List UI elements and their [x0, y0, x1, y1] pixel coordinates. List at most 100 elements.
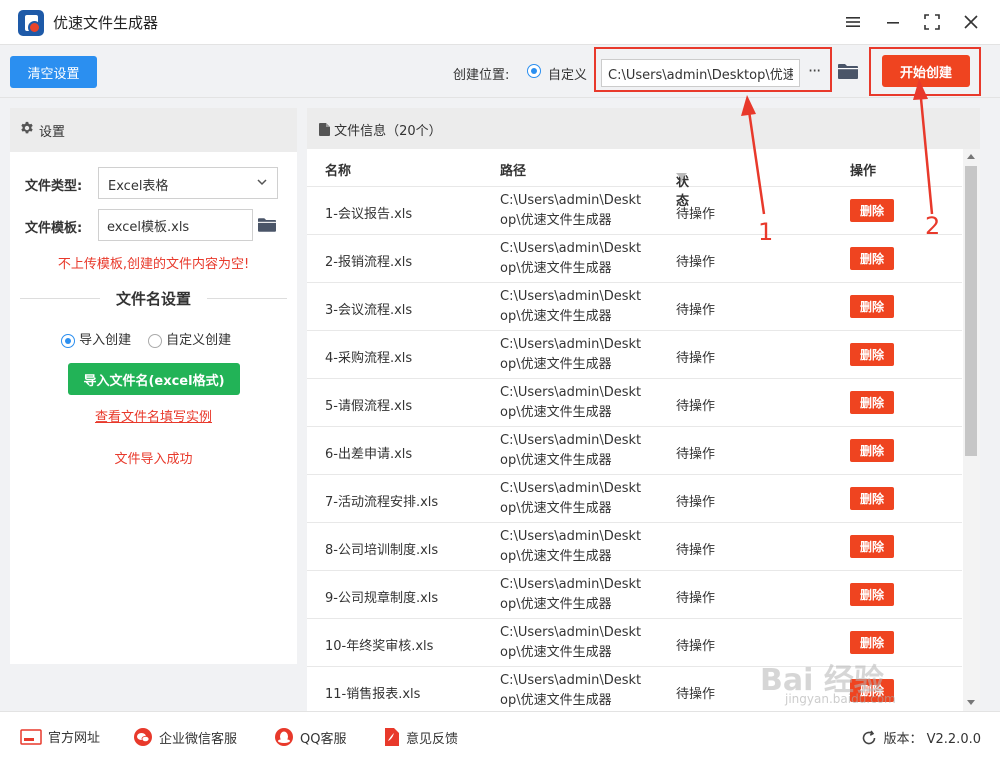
- output-path-input[interactable]: [601, 59, 800, 87]
- table-row: 4-采购流程.xls C:\Users\admin\Deskt op\优速文件生成器…: [307, 331, 962, 379]
- file-type-select[interactable]: Excel表格: [98, 167, 278, 199]
- qq-service-link[interactable]: QQ客服: [274, 727, 346, 747]
- menu-icon[interactable]: [838, 8, 868, 36]
- row-path-line2: op\优速文件生成器: [500, 693, 612, 708]
- row-path-line2: op\优速文件生成器: [500, 549, 612, 564]
- row-status: 待操作: [676, 591, 716, 606]
- delete-button[interactable]: 删除: [850, 487, 894, 510]
- scroll-thumb[interactable]: [965, 166, 977, 456]
- delete-button[interactable]: 删除: [850, 535, 894, 558]
- table-row: 11-销售报表.xls C:\Users\admin\Deskt op\优速文件生成…: [307, 667, 962, 711]
- delete-button[interactable]: 删除: [850, 247, 894, 270]
- row-path: C:\Users\admin\Deskt op\优速文件生成器: [500, 239, 642, 279]
- custom-create-radio[interactable]: [148, 333, 162, 348]
- row-status: 待操作: [676, 543, 716, 558]
- delete-button[interactable]: 删除: [850, 391, 894, 414]
- row-path-line2: op\优速文件生成器: [500, 357, 612, 372]
- wechat-icon: [134, 728, 152, 746]
- file-type-label: 文件类型:: [25, 179, 83, 194]
- version-info: 版本： V2.2.0.0: [861, 728, 981, 747]
- table-row: 9-公司规章制度.xls C:\Users\admin\Deskt op\优速文件生…: [307, 571, 962, 619]
- row-name: 1-会议报告.xls: [325, 207, 413, 222]
- scroll-down-icon[interactable]: [967, 700, 975, 705]
- row-path-line1: C:\Users\admin\Deskt: [500, 673, 642, 688]
- app-logo-icon: [18, 10, 44, 36]
- qq-icon: [275, 728, 293, 746]
- table-header: 名称 路径 状态 操作: [307, 149, 962, 209]
- row-status: 待操作: [676, 207, 716, 222]
- table-row: 6-出差申请.xls C:\Users\admin\Deskt op\优速文件生成器…: [307, 427, 962, 475]
- template-folder-icon[interactable]: [258, 217, 276, 236]
- chevron-down-icon: [256, 176, 268, 192]
- custom-location-radio[interactable]: [527, 64, 541, 78]
- file-table: 名称 路径 状态 操作 1-会议报告.xls C:\Users\admin\Des…: [307, 149, 962, 711]
- row-path-line1: C:\Users\admin\Deskt: [500, 433, 642, 448]
- row-status: 待操作: [676, 687, 716, 702]
- website-link[interactable]: 官方网址: [20, 727, 100, 746]
- settings-title: 设置: [39, 124, 66, 140]
- table-row: 7-活动流程安排.xls C:\Users\admin\Deskt op\优速文件生…: [307, 475, 962, 523]
- clear-settings-button[interactable]: 清空设置: [10, 56, 97, 88]
- table-row: 10-年终奖审核.xls C:\Users\admin\Deskt op\优速文件生…: [307, 619, 962, 667]
- feedback-icon: [385, 728, 399, 746]
- start-create-button[interactable]: 开始创建: [882, 55, 970, 87]
- scroll-up-icon[interactable]: [967, 154, 975, 159]
- column-name: 名称: [325, 164, 352, 179]
- delete-button[interactable]: 删除: [850, 439, 894, 462]
- delete-button[interactable]: 删除: [850, 679, 894, 702]
- delete-button[interactable]: 删除: [850, 199, 894, 222]
- row-status: 待操作: [676, 351, 716, 366]
- annotation-label-1: 1: [758, 218, 774, 246]
- delete-button[interactable]: 删除: [850, 631, 894, 654]
- row-path-line1: C:\Users\admin\Deskt: [500, 481, 642, 496]
- row-path-line2: op\优速文件生成器: [500, 309, 612, 324]
- row-path-line1: C:\Users\admin\Deskt: [500, 289, 642, 304]
- row-path: C:\Users\admin\Deskt op\优速文件生成器: [500, 623, 641, 663]
- feedback-label: 意见反馈: [406, 731, 459, 747]
- row-path-line1: C:\Users\admin\Deskt: [500, 577, 642, 592]
- import-create-radio[interactable]: [61, 333, 75, 348]
- column-action: 操作: [850, 164, 877, 179]
- minimize-icon[interactable]: [878, 8, 908, 36]
- row-path: C:\Users\admin\Deskt op\优速文件生成器: [500, 191, 641, 231]
- wechat-service-link[interactable]: 企业微信客服: [133, 727, 237, 747]
- row-name: 7-活动流程安排.xls: [325, 495, 439, 510]
- filter-icon[interactable]: [676, 171, 687, 186]
- row-name: 8-公司培训制度.xls: [325, 543, 439, 558]
- row-path-line2: op\优速文件生成器: [500, 597, 612, 612]
- close-icon[interactable]: [956, 8, 986, 36]
- more-options-icon[interactable]: ···: [808, 61, 826, 83]
- row-path: C:\Users\admin\Deskt op\优速文件生成器: [500, 287, 642, 327]
- table-row: 8-公司培训制度.xls C:\Users\admin\Deskt op\优速文件生…: [307, 523, 962, 571]
- maximize-icon[interactable]: [917, 8, 947, 36]
- refresh-icon[interactable]: [861, 730, 877, 746]
- filename-example-link[interactable]: 查看文件名填写实例: [10, 406, 297, 425]
- row-status: 待操作: [676, 255, 716, 270]
- folder-icon[interactable]: [838, 63, 858, 83]
- row-name: 3-会议流程.xls: [325, 303, 413, 318]
- table-scrollbar[interactable]: [963, 149, 980, 711]
- delete-button[interactable]: 删除: [850, 343, 894, 366]
- table-row: 3-会议流程.xls C:\Users\admin\Deskt op\优速文件生成器…: [307, 283, 962, 331]
- feedback-link[interactable]: 意见反馈: [384, 727, 458, 747]
- import-create-option[interactable]: 导入创建: [61, 329, 131, 348]
- row-path: C:\Users\admin\Deskt op\优速文件生成器: [500, 383, 641, 423]
- version-label: 版本： V2.2.0.0: [883, 732, 981, 747]
- gear-icon: [20, 121, 34, 139]
- row-status: 待操作: [676, 639, 716, 654]
- import-create-label: 导入创建: [79, 333, 132, 348]
- row-path: C:\Users\admin\Deskt op\优速文件生成器: [500, 431, 642, 471]
- row-name: 10-年终奖审核.xls: [325, 639, 434, 654]
- annotation-label-2: 2: [925, 212, 941, 240]
- row-path: C:\Users\admin\Deskt op\优速文件生成器: [500, 575, 642, 615]
- delete-button[interactable]: 删除: [850, 295, 894, 318]
- import-filenames-button[interactable]: 导入文件名(excel格式): [68, 363, 240, 395]
- custom-create-label: 自定义创建: [166, 333, 232, 348]
- custom-create-option[interactable]: 自定义创建: [148, 329, 231, 348]
- delete-button[interactable]: 删除: [850, 583, 894, 606]
- row-path-line1: C:\Users\admin\Deskt: [500, 529, 642, 544]
- template-input[interactable]: [98, 209, 253, 241]
- settings-header: 设置: [10, 108, 297, 152]
- wechat-label: 企业微信客服: [159, 731, 238, 747]
- row-path-line1: C:\Users\admin\Deskt: [500, 241, 642, 256]
